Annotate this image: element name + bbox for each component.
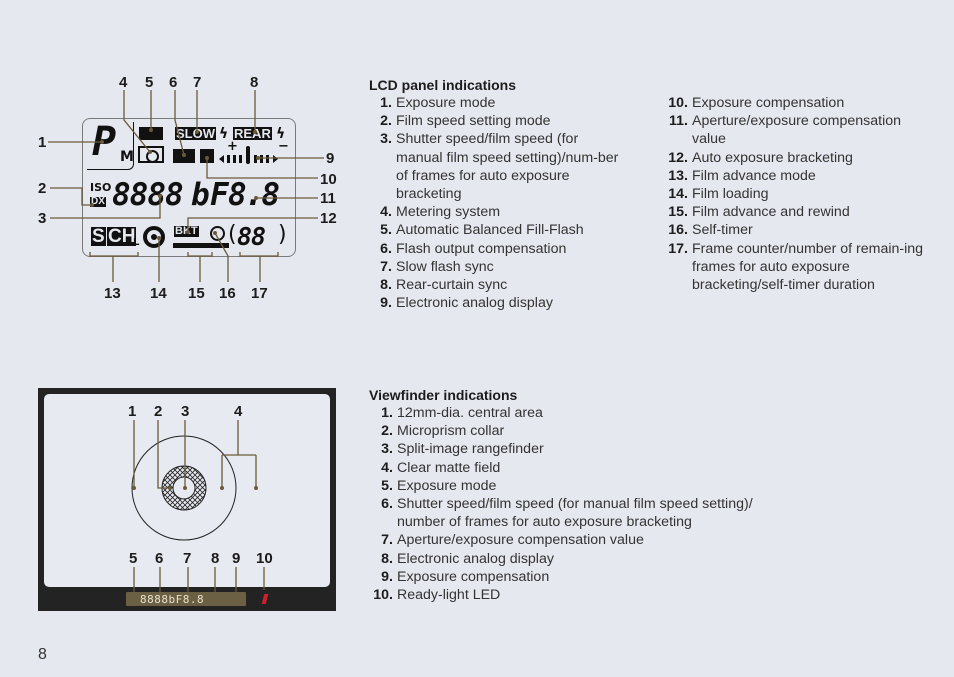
viewfinder-indications-list: 1. 12mm-dia. central area 2. Microprism co… xyxy=(369,404,799,604)
list-item: 2. Microprism collar xyxy=(381,423,505,440)
list-item: 9. Exposure compensation xyxy=(381,568,550,585)
vf-leader-4 xyxy=(221,420,257,488)
page-number: 8 xyxy=(38,646,47,663)
list-item: 7. Aperture/exposure compensation value xyxy=(381,532,644,549)
list-item: 8. Electronic analog display xyxy=(381,550,554,567)
list-item: 4. Clear matte field xyxy=(381,459,501,476)
list-item: 3. Split-image rangefinder xyxy=(381,441,544,458)
viewfinder-section-title: Viewfinder indications xyxy=(369,387,518,403)
list-item: 1. 12mm-dia. central area xyxy=(381,405,543,421)
list-item: 6. Shutter speed/film speed (for manual f… xyxy=(381,496,753,531)
list-item: 5. Exposure mode xyxy=(381,477,497,494)
list-item: 10. Ready-light LED xyxy=(373,587,501,604)
viewfinder-display-readout: 8888bF8.8 xyxy=(140,593,205,606)
